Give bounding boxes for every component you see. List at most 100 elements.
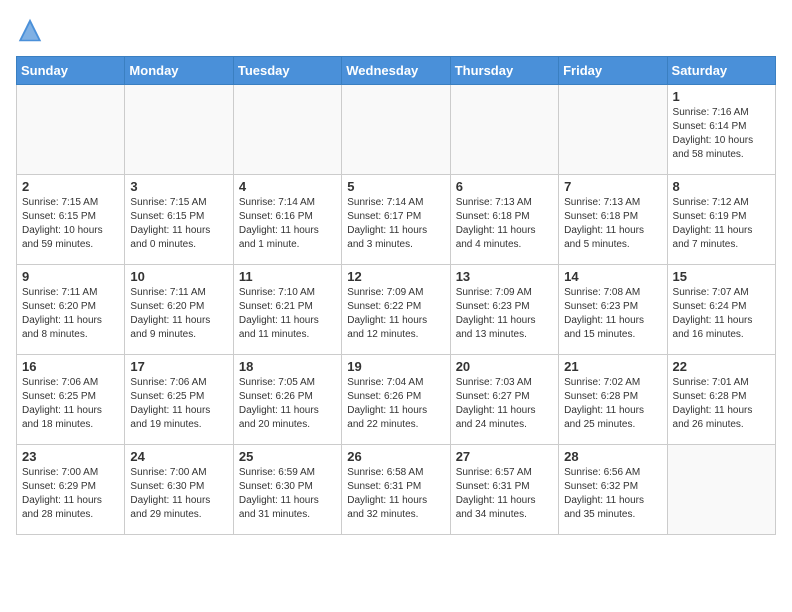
- calendar-header-friday: Friday: [559, 57, 667, 85]
- day-info: Sunrise: 7:15 AM Sunset: 6:15 PM Dayligh…: [22, 196, 119, 252]
- calendar-cell: 19 Sunrise: 7:04 AM Sunset: 6:26 PM Dayli…: [342, 355, 450, 445]
- day-info: Sunrise: 7:13 AM Sunset: 6:18 PM Dayligh…: [564, 196, 661, 252]
- calendar-cell: 3 Sunrise: 7:15 AM Sunset: 6:15 PM Daylig…: [125, 175, 233, 265]
- day-info: Sunrise: 7:11 AM Sunset: 6:20 PM Dayligh…: [130, 286, 227, 342]
- day-number: 27: [456, 449, 553, 464]
- day-number: 15: [673, 269, 770, 284]
- calendar-cell: 9 Sunrise: 7:11 AM Sunset: 6:20 PM Daylig…: [17, 265, 125, 355]
- day-info: Sunrise: 7:11 AM Sunset: 6:20 PM Dayligh…: [22, 286, 119, 342]
- day-number: 19: [347, 359, 444, 374]
- day-info: Sunrise: 7:06 AM Sunset: 6:25 PM Dayligh…: [130, 376, 227, 432]
- day-info: Sunrise: 7:12 AM Sunset: 6:19 PM Dayligh…: [673, 196, 770, 252]
- calendar-cell: 24 Sunrise: 7:00 AM Sunset: 6:30 PM Dayli…: [125, 445, 233, 535]
- calendar-week-row: 9 Sunrise: 7:11 AM Sunset: 6:20 PM Daylig…: [17, 265, 776, 355]
- calendar-cell: 25 Sunrise: 6:59 AM Sunset: 6:30 PM Dayli…: [233, 445, 341, 535]
- calendar-week-row: 16 Sunrise: 7:06 AM Sunset: 6:25 PM Dayli…: [17, 355, 776, 445]
- day-number: 4: [239, 179, 336, 194]
- calendar-cell: 2 Sunrise: 7:15 AM Sunset: 6:15 PM Daylig…: [17, 175, 125, 265]
- day-number: 20: [456, 359, 553, 374]
- calendar-header-wednesday: Wednesday: [342, 57, 450, 85]
- calendar-header-thursday: Thursday: [450, 57, 558, 85]
- day-info: Sunrise: 7:04 AM Sunset: 6:26 PM Dayligh…: [347, 376, 444, 432]
- day-info: Sunrise: 7:08 AM Sunset: 6:23 PM Dayligh…: [564, 286, 661, 342]
- day-info: Sunrise: 7:07 AM Sunset: 6:24 PM Dayligh…: [673, 286, 770, 342]
- logo: [16, 16, 48, 44]
- calendar-cell: 27 Sunrise: 6:57 AM Sunset: 6:31 PM Dayli…: [450, 445, 558, 535]
- calendar-table: SundayMondayTuesdayWednesdayThursdayFrid…: [16, 56, 776, 535]
- calendar-cell: 4 Sunrise: 7:14 AM Sunset: 6:16 PM Daylig…: [233, 175, 341, 265]
- calendar-cell: [667, 445, 775, 535]
- day-info: Sunrise: 6:57 AM Sunset: 6:31 PM Dayligh…: [456, 466, 553, 522]
- calendar-week-row: 1 Sunrise: 7:16 AM Sunset: 6:14 PM Daylig…: [17, 85, 776, 175]
- calendar-cell: 26 Sunrise: 6:58 AM Sunset: 6:31 PM Dayli…: [342, 445, 450, 535]
- day-info: Sunrise: 7:14 AM Sunset: 6:16 PM Dayligh…: [239, 196, 336, 252]
- calendar-cell: 17 Sunrise: 7:06 AM Sunset: 6:25 PM Dayli…: [125, 355, 233, 445]
- day-number: 7: [564, 179, 661, 194]
- calendar-cell: 8 Sunrise: 7:12 AM Sunset: 6:19 PM Daylig…: [667, 175, 775, 265]
- day-info: Sunrise: 7:10 AM Sunset: 6:21 PM Dayligh…: [239, 286, 336, 342]
- day-number: 11: [239, 269, 336, 284]
- day-number: 18: [239, 359, 336, 374]
- day-number: 16: [22, 359, 119, 374]
- logo-icon: [16, 16, 44, 44]
- day-number: 5: [347, 179, 444, 194]
- calendar-week-row: 23 Sunrise: 7:00 AM Sunset: 6:29 PM Dayli…: [17, 445, 776, 535]
- day-info: Sunrise: 7:15 AM Sunset: 6:15 PM Dayligh…: [130, 196, 227, 252]
- day-info: Sunrise: 7:09 AM Sunset: 6:23 PM Dayligh…: [456, 286, 553, 342]
- calendar-cell: 5 Sunrise: 7:14 AM Sunset: 6:17 PM Daylig…: [342, 175, 450, 265]
- calendar-cell: 10 Sunrise: 7:11 AM Sunset: 6:20 PM Dayli…: [125, 265, 233, 355]
- day-number: 21: [564, 359, 661, 374]
- day-number: 1: [673, 89, 770, 104]
- day-info: Sunrise: 7:14 AM Sunset: 6:17 PM Dayligh…: [347, 196, 444, 252]
- calendar-cell: [450, 85, 558, 175]
- day-info: Sunrise: 7:00 AM Sunset: 6:30 PM Dayligh…: [130, 466, 227, 522]
- day-number: 25: [239, 449, 336, 464]
- day-info: Sunrise: 6:56 AM Sunset: 6:32 PM Dayligh…: [564, 466, 661, 522]
- calendar-header-monday: Monday: [125, 57, 233, 85]
- day-info: Sunrise: 7:00 AM Sunset: 6:29 PM Dayligh…: [22, 466, 119, 522]
- day-info: Sunrise: 7:09 AM Sunset: 6:22 PM Dayligh…: [347, 286, 444, 342]
- calendar-cell: 1 Sunrise: 7:16 AM Sunset: 6:14 PM Daylig…: [667, 85, 775, 175]
- day-info: Sunrise: 7:02 AM Sunset: 6:28 PM Dayligh…: [564, 376, 661, 432]
- day-info: Sunrise: 7:06 AM Sunset: 6:25 PM Dayligh…: [22, 376, 119, 432]
- calendar-cell: 18Sunrise: 7:05 AM Sunset: 6:26 PM Dayli…: [233, 355, 341, 445]
- calendar-week-row: 2 Sunrise: 7:15 AM Sunset: 6:15 PM Daylig…: [17, 175, 776, 265]
- day-number: 12: [347, 269, 444, 284]
- calendar-cell: 20Sunrise: 7:03 AM Sunset: 6:27 PM Dayli…: [450, 355, 558, 445]
- calendar-header-sunday: Sunday: [17, 57, 125, 85]
- day-number: 14: [564, 269, 661, 284]
- calendar-cell: 13 Sunrise: 7:09 AM Sunset: 6:23 PM Dayli…: [450, 265, 558, 355]
- day-number: 9: [22, 269, 119, 284]
- day-info: Sunrise: 6:59 AM Sunset: 6:30 PM Dayligh…: [239, 466, 336, 522]
- day-number: 6: [456, 179, 553, 194]
- calendar-header-tuesday: Tuesday: [233, 57, 341, 85]
- calendar-cell: 16 Sunrise: 7:06 AM Sunset: 6:25 PM Dayli…: [17, 355, 125, 445]
- day-number: 3: [130, 179, 227, 194]
- day-info: Sunrise: 7:01 AM Sunset: 6:28 PM Dayligh…: [673, 376, 770, 432]
- day-number: 17: [130, 359, 227, 374]
- day-number: 23: [22, 449, 119, 464]
- calendar-cell: [559, 85, 667, 175]
- calendar-cell: 6 Sunrise: 7:13 AM Sunset: 6:18 PM Daylig…: [450, 175, 558, 265]
- day-info: Sunrise: 7:13 AM Sunset: 6:18 PM Dayligh…: [456, 196, 553, 252]
- calendar-cell: 14 Sunrise: 7:08 AM Sunset: 6:23 PM Dayli…: [559, 265, 667, 355]
- calendar-cell: 15 Sunrise: 7:07 AM Sunset: 6:24 PM Dayli…: [667, 265, 775, 355]
- page-header: [16, 16, 776, 44]
- calendar-cell: [233, 85, 341, 175]
- day-info: Sunrise: 6:58 AM Sunset: 6:31 PM Dayligh…: [347, 466, 444, 522]
- day-number: 8: [673, 179, 770, 194]
- calendar-cell: [342, 85, 450, 175]
- calendar-cell: 21 Sunrise: 7:02 AM Sunset: 6:28 PM Dayli…: [559, 355, 667, 445]
- calendar-cell: 11 Sunrise: 7:10 AM Sunset: 6:21 PM Dayli…: [233, 265, 341, 355]
- calendar-cell: [125, 85, 233, 175]
- day-info: Sunrise: 7:16 AM Sunset: 6:14 PM Dayligh…: [673, 106, 770, 162]
- calendar-cell: 7 Sunrise: 7:13 AM Sunset: 6:18 PM Daylig…: [559, 175, 667, 265]
- day-number: 2: [22, 179, 119, 194]
- calendar-cell: 22Sunrise: 7:01 AM Sunset: 6:28 PM Dayli…: [667, 355, 775, 445]
- day-number: 26: [347, 449, 444, 464]
- day-number: 13: [456, 269, 553, 284]
- day-number: 10: [130, 269, 227, 284]
- day-number: 24: [130, 449, 227, 464]
- calendar-header-saturday: Saturday: [667, 57, 775, 85]
- calendar-cell: 12 Sunrise: 7:09 AM Sunset: 6:22 PM Dayli…: [342, 265, 450, 355]
